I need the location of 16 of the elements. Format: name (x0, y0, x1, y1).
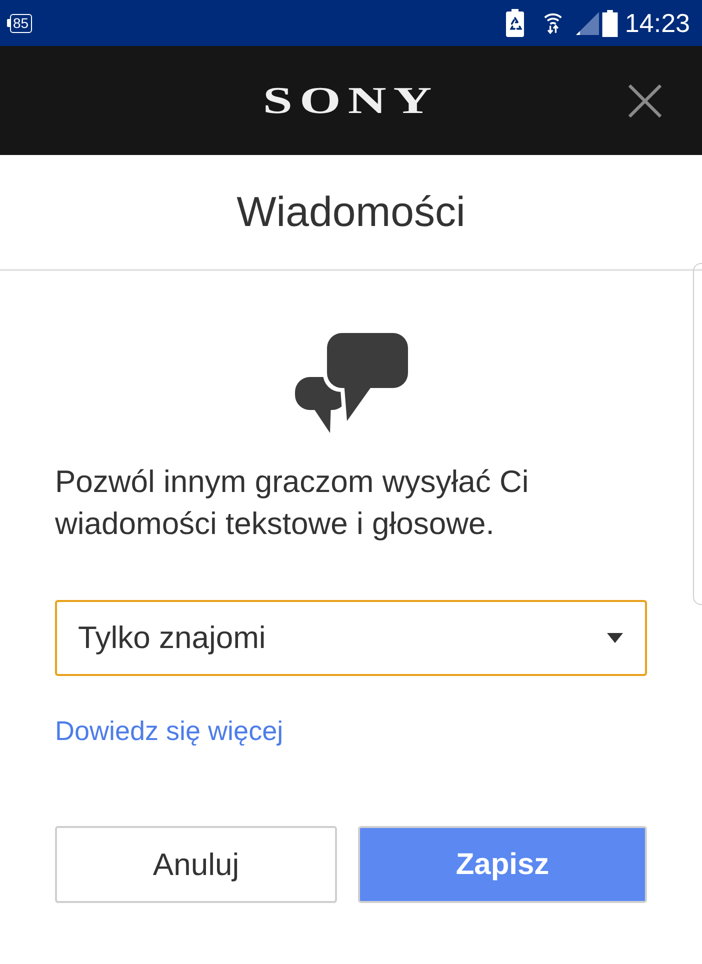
cancel-button[interactable]: Anuluj (55, 826, 337, 903)
clock-time: 14:23 (624, 8, 690, 38)
caret-icon (607, 633, 623, 643)
page-title: Wiadomości (236, 188, 466, 236)
chat-bubbles-icon (295, 333, 410, 433)
signal-icon (576, 12, 599, 34)
battery-level-badge: 85 (10, 14, 32, 32)
close-button[interactable] (628, 84, 662, 118)
wifi-icon (544, 11, 562, 35)
battery-icon (602, 10, 618, 36)
battery-saver-icon (506, 9, 524, 37)
brand-logo: SONY (263, 82, 439, 120)
description-text: Pozwól innym graczom wysyłać Ci wiadomości tekstowe i głosowe. (55, 463, 530, 543)
close-icon (628, 84, 662, 118)
visibility-dropdown[interactable]: Tylko znajomi (55, 600, 647, 676)
learn-more-link[interactable]: Dowiedz się więcej (55, 716, 284, 746)
